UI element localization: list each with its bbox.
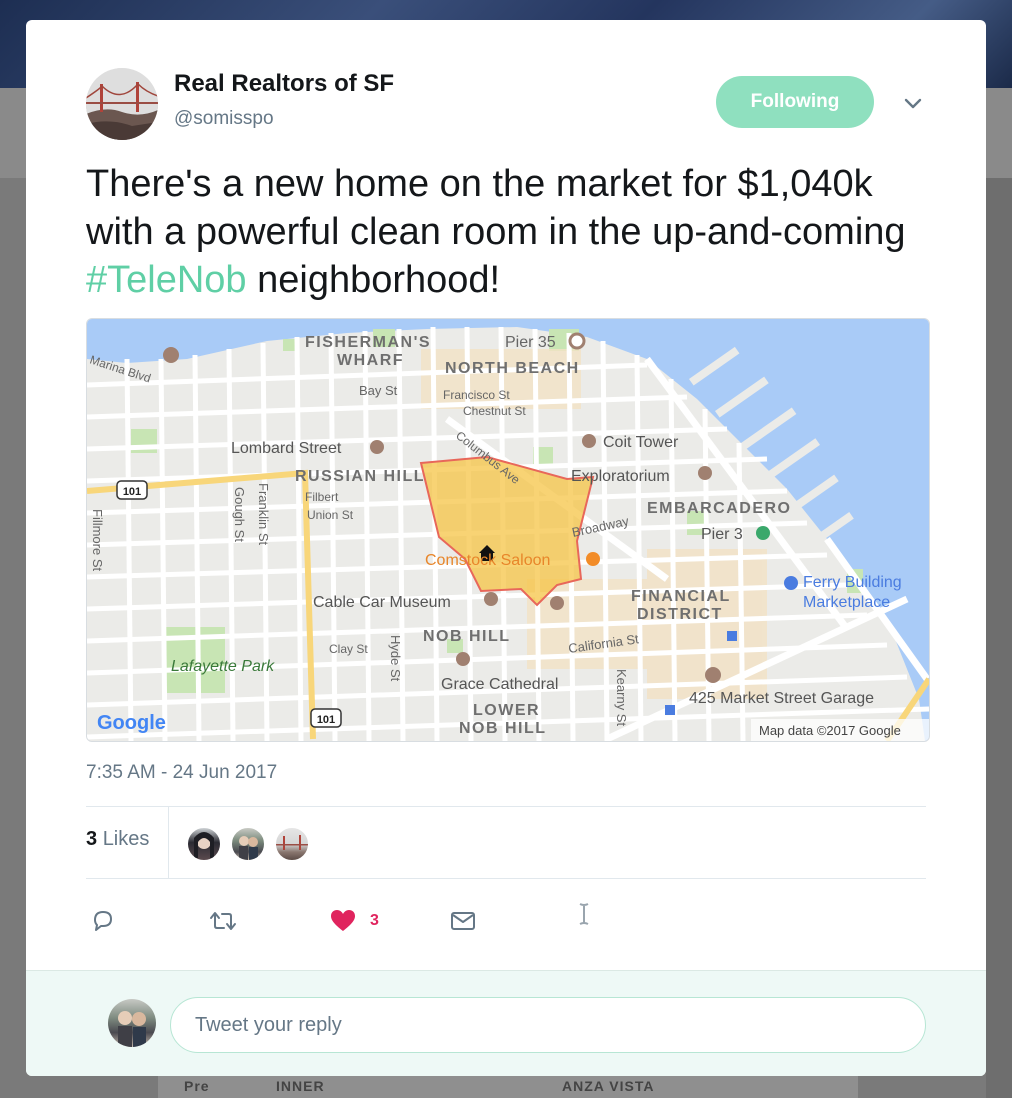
map-label-nob-hill: NOB HILL xyxy=(423,628,511,645)
map-attribution: Map data ©2017 Google xyxy=(759,723,901,738)
reply-button[interactable] xyxy=(90,906,116,936)
envelope-icon xyxy=(451,912,475,930)
tweet-text-after: neighborhood! xyxy=(246,259,501,301)
map-label-district: DISTRICT xyxy=(637,606,723,623)
map-label-lombard-street: Lombard Street xyxy=(231,440,342,457)
map-card[interactable]: 101 101 FISHERMAN'S WHARF Pier 35 NORTH … xyxy=(86,318,930,742)
map-label-gough-st: Gough St xyxy=(232,487,247,542)
likes-count: 3 xyxy=(86,828,98,850)
background-map-label: ANZA VISTA xyxy=(562,1078,655,1094)
divider xyxy=(86,878,926,879)
map-label-ferry-building: Ferry Building xyxy=(803,574,902,591)
map-label-exploratorium: Exploratorium xyxy=(571,468,670,485)
map-label-union-st: Union St xyxy=(307,508,354,522)
tweet-text: There's a new home on the market for $1,… xyxy=(86,160,926,304)
liker-avatar[interactable] xyxy=(274,826,310,862)
map-label-fillmore-st: Fillmore St xyxy=(90,509,105,572)
map-label-coit-tower: Coit Tower xyxy=(603,434,679,451)
map-label-north-beach: NORTH BEACH xyxy=(445,360,580,377)
google-logo: Google xyxy=(97,712,166,734)
likes-summary[interactable]: 3 Likes xyxy=(86,828,149,851)
map-label-hwy101-south: 101 xyxy=(317,714,335,726)
map-label-fishermans-wharf: FISHERMAN'S xyxy=(305,334,431,351)
map-label-marketplace: Marketplace xyxy=(803,594,890,611)
current-user-avatar-icon xyxy=(118,1011,146,1047)
map-label-kearny-st: Kearny St xyxy=(614,669,629,726)
following-button[interactable]: Following xyxy=(716,76,874,128)
golden-gate-avatar-icon xyxy=(86,68,158,140)
likes-separator xyxy=(168,806,169,878)
heart-icon xyxy=(331,910,355,931)
map-label-lower: LOWER xyxy=(473,702,540,719)
divider xyxy=(86,806,926,807)
reply-icon xyxy=(94,911,112,931)
map-label-financial: FINANCIAL xyxy=(631,588,731,605)
map-label-filbert: Filbert xyxy=(305,490,339,504)
map-label-lafayette-park: Lafayette Park xyxy=(171,658,275,675)
liker-avatar[interactable] xyxy=(230,826,266,862)
liker-avatar[interactable] xyxy=(186,826,222,862)
map-label-francisco-st: Francisco St xyxy=(443,388,510,402)
map-label-hwy101: 101 xyxy=(123,486,141,498)
background-map-label: INNER xyxy=(276,1078,325,1094)
likes-label: Likes xyxy=(102,828,150,850)
map-label-comstock-saloon: Comstock Saloon xyxy=(425,552,550,569)
reply-area xyxy=(26,970,986,1076)
map-label-embarcadero: EMBARCADERO xyxy=(647,500,792,517)
avatar[interactable] xyxy=(86,68,158,140)
map-label-bay-st: Bay St xyxy=(359,383,398,398)
like-button[interactable]: 3 xyxy=(330,906,379,936)
liker-avatar-icon xyxy=(194,832,214,858)
liker-avatar-icon xyxy=(276,835,308,850)
direct-message-button[interactable] xyxy=(450,906,476,936)
tweet-text-before: There's a new home on the market for $1,… xyxy=(86,163,906,253)
reply-input[interactable] xyxy=(170,997,926,1053)
hashtag-link[interactable]: #TeleNob xyxy=(86,259,247,301)
map-image: 101 101 FISHERMAN'S WHARF Pier 35 NORTH … xyxy=(87,319,929,741)
tweet-modal: Real Realtors of SF @somisspo Following … xyxy=(26,20,986,1076)
background-map-strip: Pre INNER ANZA VISTA xyxy=(158,1076,858,1098)
map-label-clay-st: Clay St xyxy=(329,642,368,656)
retweet-button[interactable] xyxy=(208,906,238,936)
map-label-wharf: WHARF xyxy=(337,352,404,369)
user-handle[interactable]: @somisspo xyxy=(174,108,274,130)
current-user-avatar[interactable] xyxy=(108,999,156,1047)
map-label-cable-car-museum: Cable Car Museum xyxy=(313,594,451,611)
tweet-timestamp[interactable]: 7:35 AM - 24 Jun 2017 xyxy=(86,762,277,784)
map-label-russian-hill: RUSSIAN HILL xyxy=(295,468,425,485)
map-label-grace-cathedral: Grace Cathedral xyxy=(441,676,558,693)
map-label-pier35: Pier 35 xyxy=(505,334,556,351)
retweet-icon xyxy=(210,912,236,930)
map-label-hyde-st: Hyde St xyxy=(388,635,403,682)
background-sidebar xyxy=(986,178,1012,1098)
map-label-lower-nob-hill: NOB HILL xyxy=(459,720,547,737)
map-label-chestnut-st: Chestnut St xyxy=(463,404,526,418)
map-label-pier3: Pier 3 xyxy=(701,526,743,543)
text-cursor-icon xyxy=(579,903,589,925)
map-label-garage: 425 Market Street Garage xyxy=(689,690,874,707)
display-name[interactable]: Real Realtors of SF xyxy=(174,70,394,98)
chevron-down-icon[interactable] xyxy=(900,90,926,116)
like-count: 3 xyxy=(370,912,379,929)
map-label-franklin-st: Franklin St xyxy=(256,483,271,546)
background-map-label: Pre xyxy=(184,1078,210,1094)
liker-avatar-icon xyxy=(239,836,258,860)
